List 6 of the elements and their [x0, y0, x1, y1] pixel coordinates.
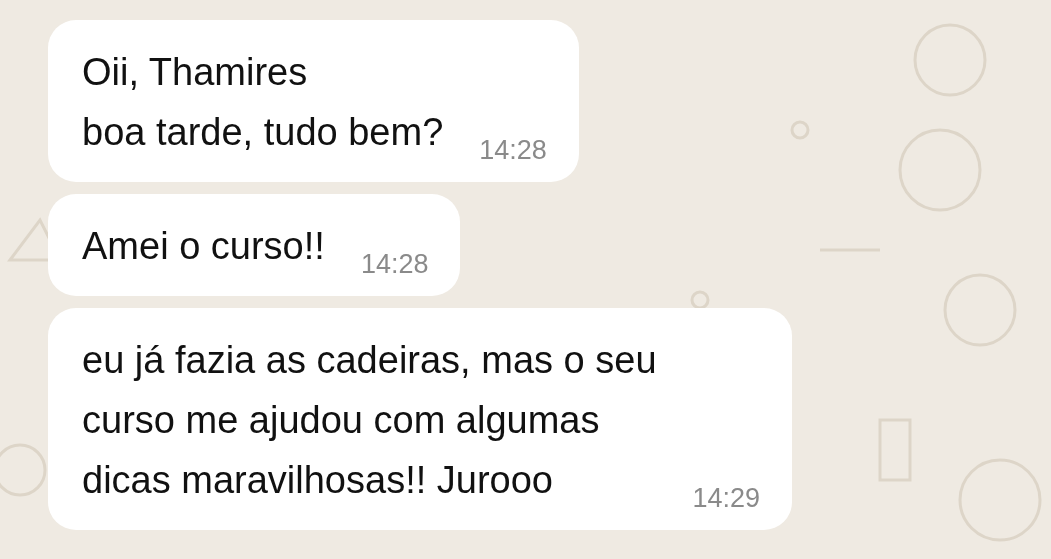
message-text: eu já fazia as cadeiras, mas o seu curso me ajudou com algumas dicas maravilhosas!! Jurooo — [82, 338, 657, 503]
message-text: Oii, Thamires boa tarde, tudo bem? — [82, 50, 444, 155]
message-time: 14:28 — [360, 248, 429, 280]
message-time: 14:28 — [479, 134, 547, 166]
message-time: 14:29 — [692, 482, 761, 514]
message-text: Amei o curso!! — [82, 224, 325, 269]
